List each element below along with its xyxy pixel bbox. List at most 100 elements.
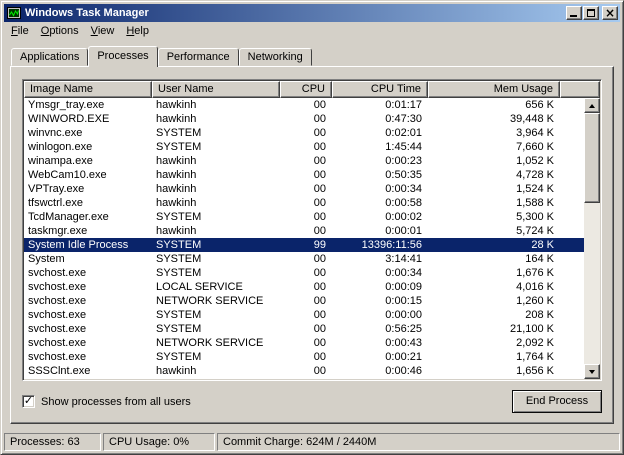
down-arrow-icon [589,370,595,374]
cell-cpu: 00 [280,210,332,224]
process-row[interactable]: winampa.exe hawkinh 00 0:00:23 1,052 K [24,154,584,168]
tab-strip: Applications Processes Performance Netwo… [10,45,614,66]
close-button[interactable]: × [602,6,618,20]
maximize-icon [587,9,595,17]
process-list: Ymsgr_tray.exe hawkinh 00 0:01:17 656 K … [24,98,584,379]
cell-image-name: tfswctrl.exe [24,196,152,210]
up-arrow-icon [589,104,595,108]
process-row[interactable]: svchost.exe SYSTEM 00 0:00:34 1,676 K [24,266,584,280]
column-header-cpu-time[interactable]: CPU Time [332,81,428,98]
cell-image-name: winlogon.exe [24,140,152,154]
process-row[interactable]: svchost.exe SYSTEM 00 0:00:21 1,764 K [24,350,584,364]
cell-cpu: 00 [280,112,332,126]
cell-cpu-time: 0:00:34 [332,182,428,196]
process-row[interactable]: SSSClnt.exe hawkinh 00 0:00:46 1,656 K [24,364,584,378]
process-row[interactable]: Ymsgr_tray.exe hawkinh 00 0:01:17 656 K [24,98,584,112]
menu-help[interactable]: Help [120,23,155,39]
show-all-users-control[interactable]: ✓ Show processes from all users [22,395,191,408]
end-process-button[interactable]: End Process [512,390,602,413]
process-row[interactable]: WebCam10.exe hawkinh 00 0:50:35 4,728 K [24,168,584,182]
process-row[interactable]: System Idle Process SYSTEM 99 13396:11:5… [24,238,584,252]
cell-filler [560,112,584,126]
column-header-mem-usage[interactable]: Mem Usage [428,81,560,98]
scroll-up-button[interactable] [584,98,600,113]
show-all-users-checkbox[interactable]: ✓ [22,395,35,408]
process-row[interactable]: TcdManager.exe SYSTEM 00 0:00:02 5,300 K [24,210,584,224]
cell-cpu-time: 0:00:09 [332,280,428,294]
tab-processes[interactable]: Processes [88,46,157,67]
cell-mem-usage: 39,448 K [428,112,560,126]
cell-image-name: winampa.exe [24,154,152,168]
cell-cpu-time: 0:00:58 [332,196,428,210]
cell-mem-usage: 5,300 K [428,210,560,224]
process-row[interactable]: svchost.exe SYSTEM 00 0:00:00 208 K [24,308,584,322]
cell-filler [560,294,584,308]
menu-file[interactable]: File [5,23,35,39]
cell-cpu: 00 [280,252,332,266]
minimize-button[interactable] [566,6,582,20]
cell-mem-usage: 208 K [428,308,560,322]
process-row[interactable]: svchost.exe NETWORK SERVICE 00 0:00:15 1… [24,294,584,308]
process-row[interactable]: tfswctrl.exe hawkinh 00 0:00:58 1,588 K [24,196,584,210]
cell-mem-usage: 656 K [428,98,560,112]
process-row[interactable]: System SYSTEM 00 3:14:41 164 K [24,252,584,266]
menu-view[interactable]: View [85,23,121,39]
cell-filler [560,238,584,252]
cell-image-name: svchost.exe [24,350,152,364]
cell-cpu: 00 [280,224,332,238]
menu-bar: File Options View Help [4,22,620,40]
cell-cpu-time: 0:00:46 [332,364,428,378]
cell-image-name: winvnc.exe [24,126,152,140]
cell-filler [560,182,584,196]
cell-image-name: WebCam10.exe [24,168,152,182]
process-row[interactable]: winlogon.exe SYSTEM 00 1:45:44 7,660 K [24,140,584,154]
cell-image-name: TcdManager.exe [24,210,152,224]
process-row[interactable]: taskmgr.exe hawkinh 00 0:00:01 5,724 K [24,224,584,238]
table-header: Image Name User Name CPU CPU Time Mem Us… [24,81,600,98]
column-header-user-name[interactable]: User Name [152,81,280,98]
processes-tab-page: Image Name User Name CPU CPU Time Mem Us… [10,66,614,424]
process-row[interactable]: svchost.exe SYSTEM 00 0:56:25 21,100 K [24,322,584,336]
cell-user-name: LOCAL SERVICE [152,280,280,294]
cell-filler [560,154,584,168]
cell-filler [560,196,584,210]
cell-filler [560,98,584,112]
process-row[interactable]: svchost.exe NETWORK SERVICE 00 0:00:43 2… [24,336,584,350]
column-header-cpu[interactable]: CPU [280,81,332,98]
cell-filler [560,126,584,140]
column-header-image-name[interactable]: Image Name [24,81,152,98]
scrollbar-track[interactable] [584,113,600,364]
task-manager-window: Windows Task Manager × File Options View… [0,0,624,455]
cell-filler [560,336,584,350]
cell-image-name: svchost.exe [24,322,152,336]
cell-filler [560,140,584,154]
vertical-scrollbar[interactable] [584,98,600,379]
maximize-button[interactable] [583,6,599,20]
scrollbar-thumb[interactable] [584,113,600,203]
cell-cpu-time: 0:00:00 [332,308,428,322]
process-row[interactable]: svchost.exe LOCAL SERVICE 00 0:00:09 4,0… [24,280,584,294]
cell-image-name: System Idle Process [24,238,152,252]
cell-mem-usage: 1,764 K [428,350,560,364]
cell-mem-usage: 28 K [428,238,560,252]
cell-cpu: 00 [280,280,332,294]
cell-mem-usage: 2,092 K [428,336,560,350]
tab-performance[interactable]: Performance [158,48,239,66]
cell-image-name: svchost.exe [24,294,152,308]
close-icon: × [603,6,617,20]
cell-user-name: hawkinh [152,98,280,112]
cell-mem-usage: 1,588 K [428,196,560,210]
menu-options[interactable]: Options [35,23,85,39]
title-bar[interactable]: Windows Task Manager × [4,4,620,22]
cell-cpu-time: 0:56:25 [332,322,428,336]
cell-filler [560,280,584,294]
cell-filler [560,210,584,224]
process-row[interactable]: VPTray.exe hawkinh 00 0:00:34 1,524 K [24,182,584,196]
cell-cpu-time: 0:00:01 [332,224,428,238]
scroll-down-button[interactable] [584,364,600,379]
process-row[interactable]: winvnc.exe SYSTEM 00 0:02:01 3,964 K [24,126,584,140]
tab-networking[interactable]: Networking [239,48,312,66]
content-area: Applications Processes Performance Netwo… [4,40,620,431]
tab-applications[interactable]: Applications [11,48,88,66]
process-row[interactable]: WINWORD.EXE hawkinh 00 0:47:30 39,448 K [24,112,584,126]
